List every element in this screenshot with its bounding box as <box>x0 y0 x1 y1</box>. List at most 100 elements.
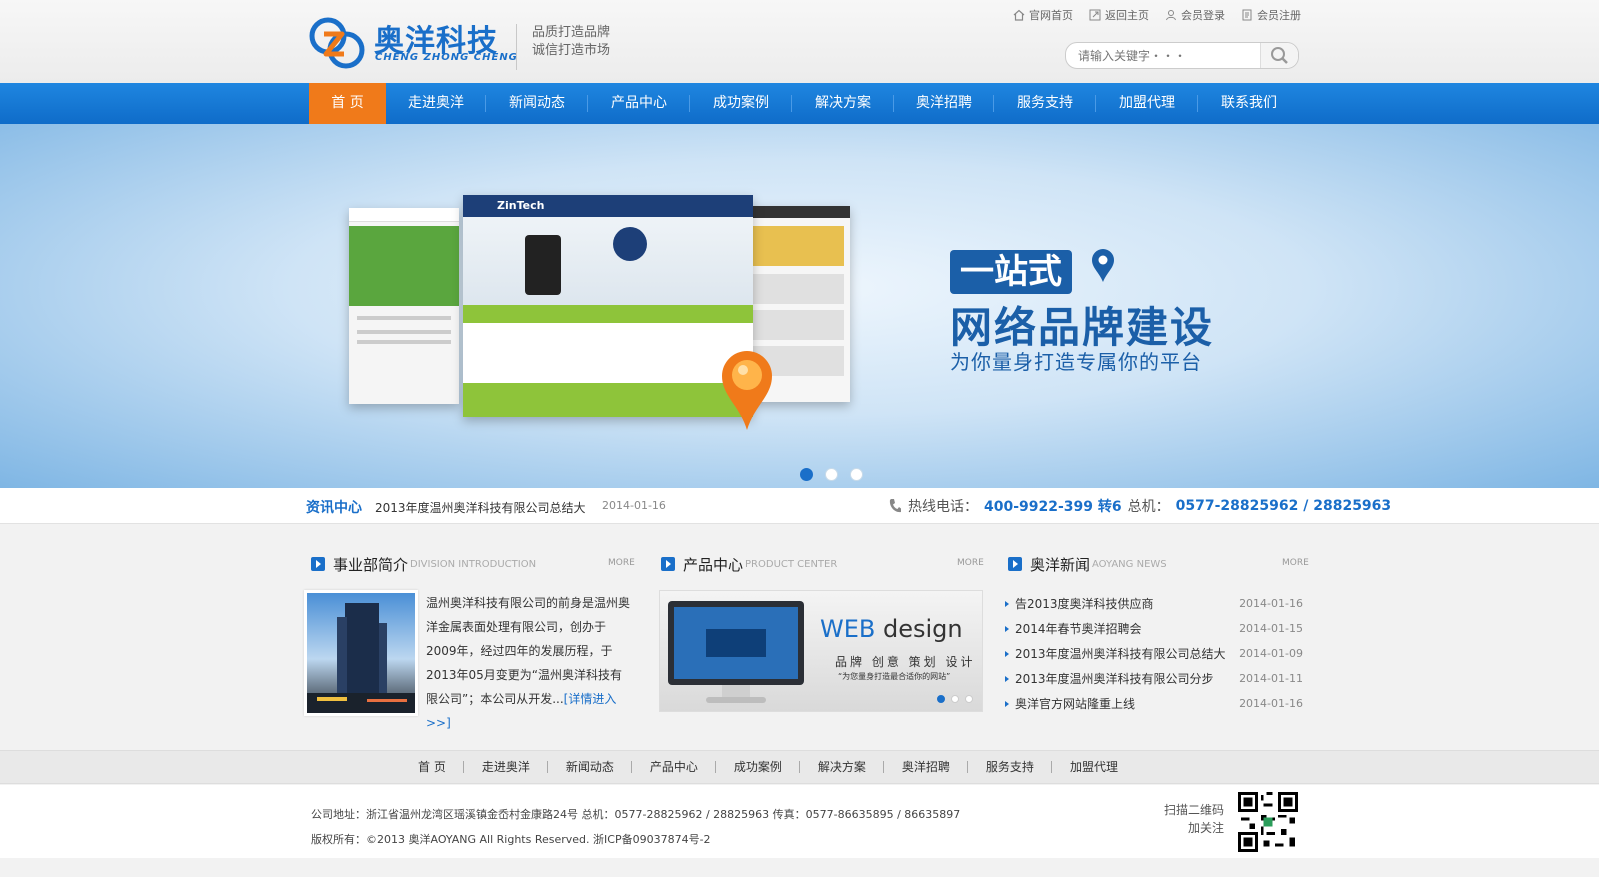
product-design-text: design <box>883 615 963 643</box>
mockup-phone <box>525 235 561 295</box>
section-arrow-icon <box>311 557 325 571</box>
footer-nav-jobs[interactable]: 奥洋招聘 <box>884 751 968 783</box>
brand-sub: CHENG ZHONG CHENG <box>375 52 518 63</box>
mockup-center-body <box>463 323 753 383</box>
toplink-label: 会员登录 <box>1181 9 1225 22</box>
banner-subline: 为你量身打造专属你的平台 <box>950 350 1202 374</box>
nav-item-support[interactable]: 服务支持 <box>994 83 1096 124</box>
nav-label: 服务支持 <box>1017 95 1073 111</box>
mockup-left-line <box>357 316 451 320</box>
nav-item-franchise[interactable]: 加盟代理 <box>1096 83 1198 124</box>
footer-nav-news[interactable]: 新闻动态 <box>548 751 632 783</box>
nav-item-products[interactable]: 产品中心 <box>588 83 690 124</box>
logo[interactable]: 奥洋科技 CHENG ZHONG CHENG 品质打造品牌 诚信打造市场 <box>308 12 610 72</box>
ticker-title: 资讯中心 <box>306 500 362 516</box>
slogan: 品质打造品牌 诚信打造市场 <box>532 24 610 60</box>
toplink-back[interactable]: 返回主页 <box>1089 7 1149 23</box>
hero-banner[interactable]: ZinTech 一站式 网络品牌建设 为你量身打造专属你的平台 <box>0 124 1599 488</box>
main-line-label: 总机： <box>1127 499 1170 515</box>
location-pin-icon <box>722 351 772 430</box>
hotline-label: 热线电话： <box>908 499 978 515</box>
news-item-title: 2014年春节奥洋招聘会 <box>1005 620 1142 637</box>
news-item[interactable]: 2013年度温州奥洋科技有限公司总结大 2014-01-09 <box>1005 641 1303 666</box>
news-more-link[interactable]: MORE <box>1282 558 1309 568</box>
slogan-line-2: 诚信打造市场 <box>532 43 611 58</box>
footer-nav-support[interactable]: 服务支持 <box>968 751 1052 783</box>
section-arrow-icon <box>1008 557 1022 571</box>
news-item-title: 2013年度温州奥洋科技有限公司总结大 <box>1005 645 1226 662</box>
news-item-title: 奥洋官方网站隆重上线 <box>1005 695 1135 712</box>
ticker-headline[interactable]: 2013年度温州奥洋科技有限公司总结大 <box>375 499 586 516</box>
product-dot-3[interactable] <box>965 695 973 703</box>
news-item-date: 2014-01-11 <box>1239 672 1303 685</box>
search-button[interactable] <box>1260 43 1298 68</box>
division-intro: 温州奥洋科技有限公司的前身是温州奥洋金属表面处理有限公司，创办于2009年，经过… <box>426 591 632 735</box>
product-subtitle: 品牌 创意 策划 设计 <box>835 655 976 669</box>
phone-icon <box>889 499 901 513</box>
news-item[interactable]: 2013年度温州奥洋科技有限公司分步 2014-01-11 <box>1005 666 1303 691</box>
product-slider[interactable]: WEB design 品牌 创意 策划 设计 “为您量身打造最合适你的网站” <box>659 590 983 712</box>
footer-nav-cases[interactable]: 成功案例 <box>716 751 800 783</box>
news-item-title: 告2013度奥洋科技供应商 <box>1005 595 1154 612</box>
product-tagline: “为您量身打造最合适你的网站” <box>838 672 951 681</box>
footer-nav-products[interactable]: 产品中心 <box>632 751 716 783</box>
product-pagination <box>937 695 973 703</box>
nav-item-jobs[interactable]: 奥洋招聘 <box>894 83 994 124</box>
products-heading: 产品中心 PRODUCT CENTER <box>661 553 837 575</box>
nav-item-news[interactable]: 新闻动态 <box>486 83 588 124</box>
footer-nav-home[interactable]: 首 页 <box>400 751 464 783</box>
nav-item-solutions[interactable]: 解决方案 <box>792 83 894 124</box>
news-item[interactable]: 告2013度奥洋科技供应商 2014-01-16 <box>1005 591 1303 616</box>
map-marker-icon <box>1092 249 1114 282</box>
product-dot-1[interactable] <box>937 695 945 703</box>
footer-nav-solutions[interactable]: 解决方案 <box>800 751 884 783</box>
news-item-date: 2014-01-09 <box>1239 647 1303 660</box>
mockup-right-block <box>751 274 844 304</box>
nav-label: 加盟代理 <box>1119 95 1175 111</box>
banner-pagination <box>800 468 863 481</box>
products-more-link[interactable]: MORE <box>957 558 984 568</box>
banner-tag: 一站式 <box>950 250 1072 294</box>
news-title: 奥洋新闻 <box>1030 555 1091 574</box>
nav-item-about[interactable]: 走进奥洋 <box>386 83 486 124</box>
ticker-date: 2014-01-16 <box>602 499 666 512</box>
nav-label: 联系我们 <box>1221 95 1277 111</box>
mockup-right-header <box>745 206 850 218</box>
mockup-brand: ZinTech <box>463 195 753 217</box>
news-item[interactable]: 奥洋官方网站隆重上线 2014-01-16 <box>1005 691 1303 716</box>
toplink-login[interactable]: 会员登录 <box>1165 7 1225 23</box>
mockup-center-strip <box>463 305 753 323</box>
mockup-left-hero <box>349 226 459 306</box>
banner-dot-2[interactable] <box>825 468 838 481</box>
toplink-register[interactable]: 会员注册 <box>1241 7 1301 23</box>
slogan-line-1: 品质打造品牌 <box>532 25 611 40</box>
news-item-date: 2014-01-16 <box>1239 697 1303 710</box>
footer-nav-franchise[interactable]: 加盟代理 <box>1052 751 1136 783</box>
toplink-home[interactable]: 官网首页 <box>1013 7 1073 23</box>
mockup-left-header <box>349 208 459 222</box>
division-more-link[interactable]: MORE <box>608 558 635 568</box>
banner-dot-3[interactable] <box>850 468 863 481</box>
news-item[interactable]: 2014年春节奥洋招聘会 2014-01-15 <box>1005 616 1303 641</box>
banner-dot-1[interactable] <box>800 468 813 481</box>
product-dot-2[interactable] <box>951 695 959 703</box>
logo-divider <box>516 24 517 70</box>
footer-nav-about[interactable]: 走进奥洋 <box>464 751 548 783</box>
mockup-center-footer <box>463 383 753 417</box>
user-icon <box>1166 10 1176 21</box>
division-title-en: DIVISION INTRODUCTION <box>410 558 537 570</box>
search-box <box>1065 42 1299 69</box>
qr-code-icon <box>1238 792 1298 852</box>
nav-item-home[interactable]: 首 页 <box>309 83 386 124</box>
product-web-design: WEB design <box>820 615 963 643</box>
news-list: 告2013度奥洋科技供应商 2014-01-16 2014年春节奥洋招聘会 2014… <box>1005 591 1303 716</box>
mockup-left-line <box>357 330 451 334</box>
news-ticker: 资讯中心 2013年度温州奥洋科技有限公司总结大 2014-01-16 热线电话… <box>0 488 1599 524</box>
nav-item-contact[interactable]: 联系我们 <box>1198 83 1300 124</box>
division-heading: 事业部简介 DIVISION INTRODUCTION <box>311 553 536 575</box>
footer: 公司地址：浙江省温州龙湾区瑶溪镇金岙村金康路24号 总机：0577-288259… <box>0 785 1599 858</box>
nav-item-cases[interactable]: 成功案例 <box>690 83 792 124</box>
search-input[interactable] <box>1078 47 1258 65</box>
products-title: 产品中心 <box>683 555 744 574</box>
footer-address: 公司地址：浙江省温州龙湾区瑶溪镇金岙村金康路24号 总机：0577-288259… <box>311 808 961 821</box>
